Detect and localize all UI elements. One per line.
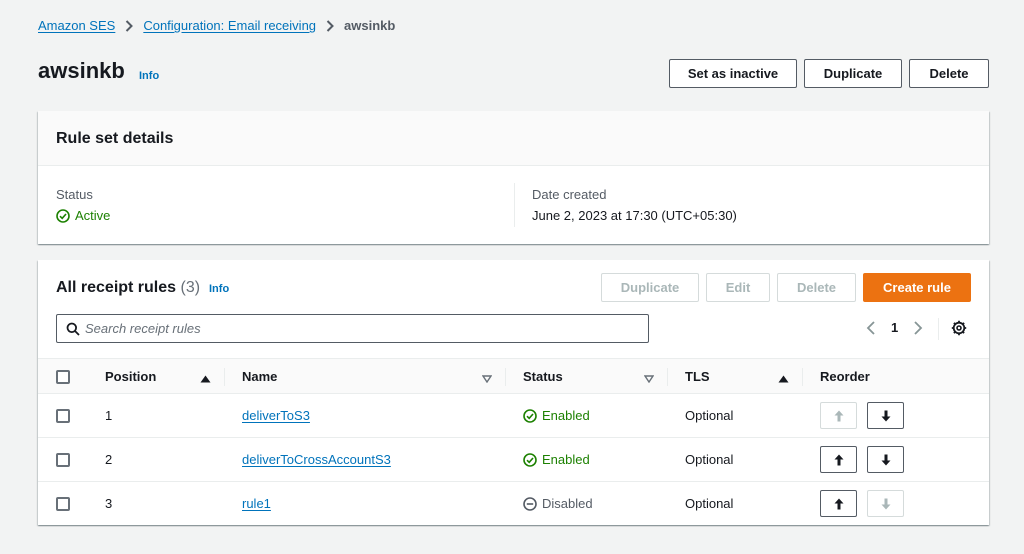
row-checkbox[interactable] — [56, 409, 70, 423]
rule-set-details-heading: Rule set details — [56, 130, 174, 147]
rule-position: 1 — [105, 408, 113, 423]
arrow-up-icon — [834, 498, 843, 509]
search-icon — [66, 322, 80, 339]
pagination: 1 — [866, 320, 923, 335]
search-field[interactable] — [56, 314, 649, 343]
rule-tls: Optional — [685, 408, 734, 423]
set-inactive-button[interactable]: Set as inactive — [669, 59, 797, 88]
move-down-button[interactable] — [867, 446, 904, 473]
rule-tls: Optional — [685, 452, 734, 467]
sort-ascending-icon[interactable] — [200, 371, 211, 386]
receipt-rules-heading: All receipt rules (3) — [56, 279, 200, 297]
chevron-right-icon[interactable] — [913, 320, 923, 335]
breadcrumb-link-amazon-ses[interactable]: Amazon SES — [38, 18, 115, 33]
table-row: 3 rule1 Disabled Optional — [38, 482, 989, 526]
column-header-position[interactable]: Position — [105, 369, 156, 384]
rule-position: 2 — [105, 452, 113, 467]
rule-status-text: Disabled — [542, 496, 593, 511]
receipt-rules-panel: All receipt rules (3) Info Duplicate Edi… — [38, 260, 989, 525]
breadcrumb-current: awsinkb — [344, 18, 396, 33]
rule-status: Disabled — [523, 496, 593, 511]
rule-name-link[interactable]: deliverToCrossAccountS3 — [242, 452, 391, 467]
arrow-down-icon — [881, 498, 890, 509]
column-divider — [224, 368, 225, 386]
move-down-button[interactable] — [867, 490, 904, 517]
move-down-button[interactable] — [867, 402, 904, 429]
delete-rule-button[interactable]: Delete — [777, 273, 856, 302]
rule-position: 3 — [105, 496, 113, 511]
settings-gear-icon[interactable] — [951, 320, 967, 336]
column-header-status[interactable]: Status — [523, 369, 563, 384]
move-up-button[interactable] — [820, 446, 857, 473]
create-rule-button[interactable]: Create rule — [863, 273, 971, 302]
column-header-name[interactable]: Name — [242, 369, 277, 384]
arrow-down-icon — [881, 410, 890, 421]
chevron-right-icon — [326, 19, 334, 32]
page-title: awsinkb — [38, 58, 125, 83]
table-header: Position Name Status TLS Reorder — [38, 358, 989, 394]
rule-set-details-header: Rule set details — [38, 111, 989, 166]
duplicate-rule-button[interactable]: Duplicate — [601, 273, 699, 302]
receipt-rules-table: Position Name Status TLS Reorder 1 deliv… — [38, 358, 989, 526]
check-circle-icon — [523, 452, 537, 467]
column-divider — [667, 368, 668, 386]
select-all-checkbox[interactable] — [56, 370, 70, 384]
search-input[interactable] — [85, 321, 648, 336]
table-row: 1 deliverToS3 Enabled Optional — [38, 394, 989, 438]
rule-status: Enabled — [523, 408, 590, 423]
chevron-right-icon — [125, 19, 134, 32]
column-divider — [505, 368, 506, 386]
breadcrumb: Amazon SES Configuration: Email receivin… — [38, 18, 395, 33]
move-up-button[interactable] — [820, 490, 857, 517]
arrow-up-icon — [834, 410, 843, 421]
rule-set-details-panel: Rule set details Status Active Date crea… — [38, 111, 989, 244]
date-created-value: June 2, 2023 at 17:30 (UTC+05:30) — [532, 208, 737, 223]
receipt-rules-info-link[interactable]: Info — [209, 283, 229, 295]
column-header-tls[interactable]: TLS — [685, 369, 710, 384]
sort-caret-icon[interactable] — [481, 371, 493, 386]
sort-caret-icon[interactable] — [643, 371, 655, 386]
check-circle-icon — [523, 408, 537, 423]
receipt-rules-title: All receipt rules — [56, 279, 177, 296]
sort-ascending-icon[interactable] — [778, 371, 789, 386]
rule-status-text: Enabled — [542, 408, 590, 423]
page-number[interactable]: 1 — [891, 320, 898, 335]
pager-divider — [938, 318, 939, 340]
info-link[interactable]: Info — [139, 70, 159, 82]
column-divider — [802, 368, 803, 386]
column-header-reorder: Reorder — [820, 369, 870, 384]
date-created-label: Date created — [532, 187, 607, 202]
status-value: Active — [56, 208, 110, 223]
row-checkbox[interactable] — [56, 453, 70, 467]
duplicate-ruleset-button[interactable]: Duplicate — [804, 59, 902, 88]
move-up-button[interactable] — [820, 402, 857, 429]
status-text: Active — [75, 208, 111, 223]
minus-circle-icon — [523, 496, 537, 511]
arrow-up-icon — [834, 454, 843, 465]
arrow-down-icon — [881, 454, 890, 465]
breadcrumb-link-email-receiving[interactable]: Configuration: Email receiving — [143, 18, 316, 33]
rule-name-link[interactable]: rule1 — [242, 496, 271, 511]
rule-status-text: Enabled — [542, 452, 590, 467]
delete-ruleset-button[interactable]: Delete — [909, 59, 989, 88]
rule-tls: Optional — [685, 496, 734, 511]
rule-name-link[interactable]: deliverToS3 — [242, 408, 310, 423]
row-checkbox[interactable] — [56, 497, 70, 511]
table-row: 2 deliverToCrossAccountS3 Enabled Option… — [38, 438, 989, 482]
status-label: Status — [56, 187, 93, 202]
check-circle-icon — [56, 208, 70, 223]
column-divider — [514, 183, 515, 227]
edit-rule-button[interactable]: Edit — [706, 273, 770, 302]
chevron-left-icon[interactable] — [866, 320, 876, 335]
rule-status: Enabled — [523, 452, 590, 467]
receipt-rules-count: (3) — [180, 279, 201, 296]
